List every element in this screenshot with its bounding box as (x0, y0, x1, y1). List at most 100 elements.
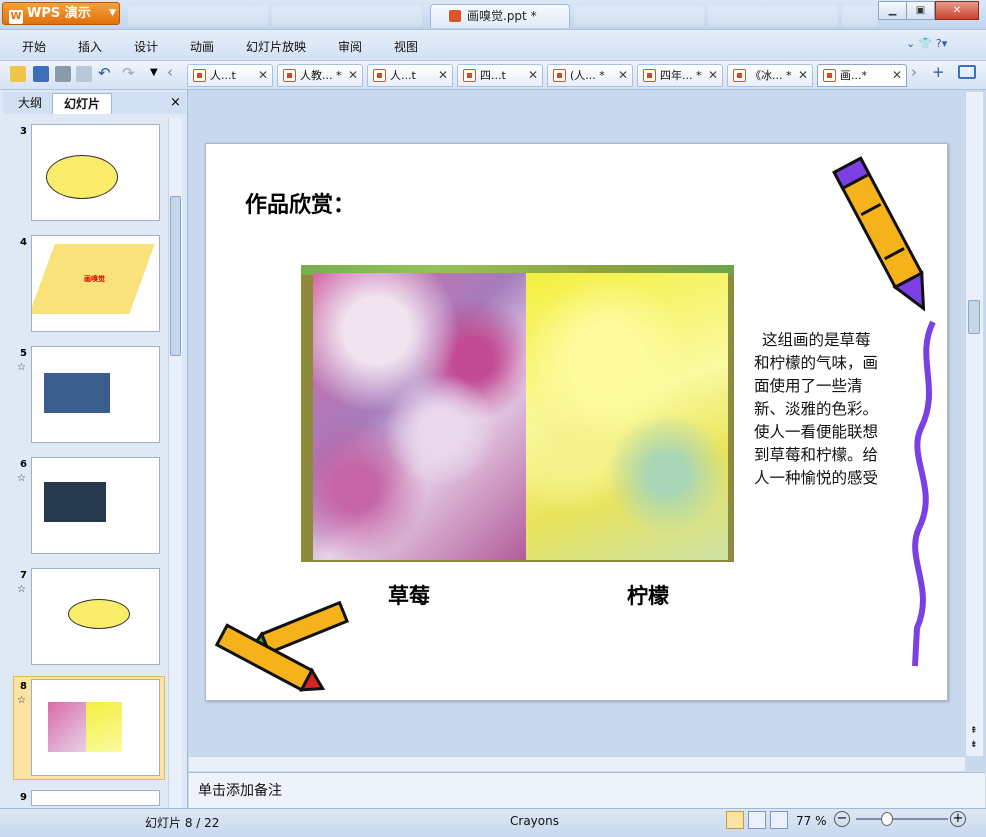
panel-scroll-thumb[interactable] (170, 196, 181, 356)
menu-view[interactable]: 视图 (394, 38, 418, 55)
close-tab-icon[interactable]: ✕ (348, 65, 358, 86)
slideshow-icon[interactable] (770, 811, 788, 829)
slide-scrollbar[interactable]: ⇞ ⇟ (965, 92, 983, 756)
menu-animation[interactable]: 动画 (190, 38, 214, 55)
squiggle-line (912, 320, 936, 667)
slide-scroll-thumb[interactable] (968, 300, 980, 334)
theme-name: Crayons (510, 814, 559, 828)
close-tab-icon[interactable]: ✕ (618, 65, 628, 86)
redo-icon[interactable]: ↷ (122, 64, 135, 82)
caption-lemon[interactable]: 柠檬 (627, 580, 669, 610)
zoom-level: 77 % (796, 814, 827, 828)
app-name: WPS 演示 (27, 6, 91, 21)
ppt-file-icon (463, 69, 476, 82)
animation-star-icon: ☆ (17, 695, 26, 706)
menu-home[interactable]: 开始 (22, 38, 46, 55)
normal-view-icon[interactable] (726, 811, 744, 829)
doc-tab[interactable]: 《冰... * ✕ (727, 64, 813, 87)
slide-thumbnail-4[interactable]: 画嗅觉 (31, 235, 160, 332)
menu-slideshow[interactable]: 幻灯片放映 (246, 38, 306, 55)
customize-toolbar-icon[interactable]: ▼ (150, 67, 158, 78)
close-tab-icon[interactable]: ✕ (892, 65, 902, 86)
zoom-slider[interactable] (856, 818, 948, 820)
print-preview-icon[interactable] (76, 66, 92, 82)
slide-thumbnail-8-selected[interactable] (31, 679, 160, 776)
close-tab-icon[interactable]: ✕ (438, 65, 448, 86)
thumbnail-number: 4 (20, 237, 27, 248)
collapse-ribbon-icon[interactable]: ⌄ (906, 37, 915, 50)
doc-tab[interactable]: 人...t ✕ (367, 64, 453, 87)
menu-design[interactable]: 设计 (134, 38, 158, 55)
close-button[interactable]: ✕ (935, 1, 979, 20)
tab-scroll-right-icon[interactable]: › (911, 63, 917, 81)
ppt-file-icon (449, 10, 461, 22)
zoom-slider-handle[interactable] (881, 812, 893, 826)
close-tab-icon[interactable]: ✕ (798, 65, 808, 86)
next-slide-icon[interactable]: ⇟ (970, 740, 978, 750)
maximize-button[interactable]: ▣ (906, 1, 935, 20)
slide-thumbnail-7[interactable] (31, 568, 160, 665)
background-window-tab[interactable] (272, 6, 422, 26)
slide-thumbnail-5[interactable] (31, 346, 160, 443)
skin-icon[interactable]: 👕 (919, 37, 933, 50)
doc-tab[interactable]: 人...t ✕ (187, 64, 273, 87)
background-window-tab[interactable] (842, 6, 878, 26)
thumbnail-number: 3 (20, 126, 27, 137)
undo-icon[interactable]: ↶ (98, 64, 111, 82)
doc-tab[interactable]: (人... * ✕ (547, 64, 633, 87)
doc-tab-label: 人...t (390, 69, 416, 82)
chevron-down-icon: ▼ (109, 8, 116, 18)
close-tab-icon[interactable]: ✕ (528, 65, 538, 86)
background-window-tab[interactable] (574, 6, 704, 26)
new-tab-icon[interactable]: + (932, 63, 945, 81)
caption-strawberry[interactable]: 草莓 (388, 580, 430, 610)
panel-scrollbar[interactable] (168, 118, 182, 808)
zoom-out-icon[interactable]: − (834, 811, 850, 827)
ppt-file-icon (553, 69, 566, 82)
ppt-file-icon (193, 69, 206, 82)
close-tab-icon[interactable]: ✕ (258, 65, 268, 86)
menu-insert[interactable]: 插入 (78, 38, 102, 55)
previous-slide-icon[interactable]: ⇞ (970, 726, 978, 736)
doc-tab[interactable]: 四...t ✕ (457, 64, 543, 87)
notes-placeholder[interactable]: 单击添加备注 (198, 780, 282, 800)
print-icon[interactable] (55, 66, 71, 82)
slide-thumbnail-3[interactable] (31, 124, 160, 221)
horizontal-scrollbar[interactable] (189, 756, 965, 771)
doc-tab[interactable]: 人教... * ✕ (277, 64, 363, 87)
artwork-strawberry (313, 273, 526, 560)
menu-review[interactable]: 审阅 (338, 38, 362, 55)
slide-title[interactable]: 作品欣赏： (245, 187, 355, 219)
background-window-tab[interactable] (128, 6, 268, 26)
window-list-icon[interactable] (958, 65, 976, 79)
tab-outline[interactable]: 大纲 (8, 93, 52, 114)
active-window-tab[interactable]: 画嗅觉.ppt * (430, 4, 570, 28)
tab-slides[interactable]: 幻灯片 (52, 93, 112, 114)
window-title: 画嗅觉.ppt * (467, 9, 537, 23)
minimize-button[interactable]: ▁ (878, 1, 907, 20)
ppt-file-icon (283, 69, 296, 82)
doc-tab-active[interactable]: 画...* ✕ (817, 64, 907, 87)
artwork-lemon (526, 273, 728, 560)
ribbon-options[interactable]: ⌄ 👕 ?▾ (906, 37, 947, 50)
slide-body-text[interactable]: 这组画的是草莓和柠檬的气味，画面使用了一些清新、淡雅的色彩。使人一看便能联想到草… (754, 329, 882, 490)
notes-pane[interactable] (189, 772, 985, 808)
slide-sorter-icon[interactable] (748, 811, 766, 829)
slide-thumbnail-9[interactable] (31, 790, 160, 806)
ppt-file-icon (643, 69, 656, 82)
open-icon[interactable] (10, 66, 26, 82)
panel-close-icon[interactable]: × (170, 95, 181, 110)
thumb-label: 画嗅觉 (84, 275, 105, 283)
background-window-tab[interactable] (708, 6, 838, 26)
zoom-in-icon[interactable]: + (950, 811, 966, 827)
tab-scroll-left-icon[interactable]: ‹ (167, 63, 173, 81)
close-tab-icon[interactable]: ✕ (708, 65, 718, 86)
crayon-decoration-icon (832, 156, 926, 312)
doc-tab-label: 人...t (210, 69, 236, 82)
doc-tab[interactable]: 四年... * ✕ (637, 64, 723, 87)
save-icon[interactable] (33, 66, 49, 82)
doc-tab-label: 四年... * (660, 69, 702, 82)
slide-thumbnail-6[interactable] (31, 457, 160, 554)
app-menu-button[interactable]: W WPS 演示 ▼ (2, 2, 120, 25)
chevron-down-icon: ▾ (941, 37, 948, 50)
